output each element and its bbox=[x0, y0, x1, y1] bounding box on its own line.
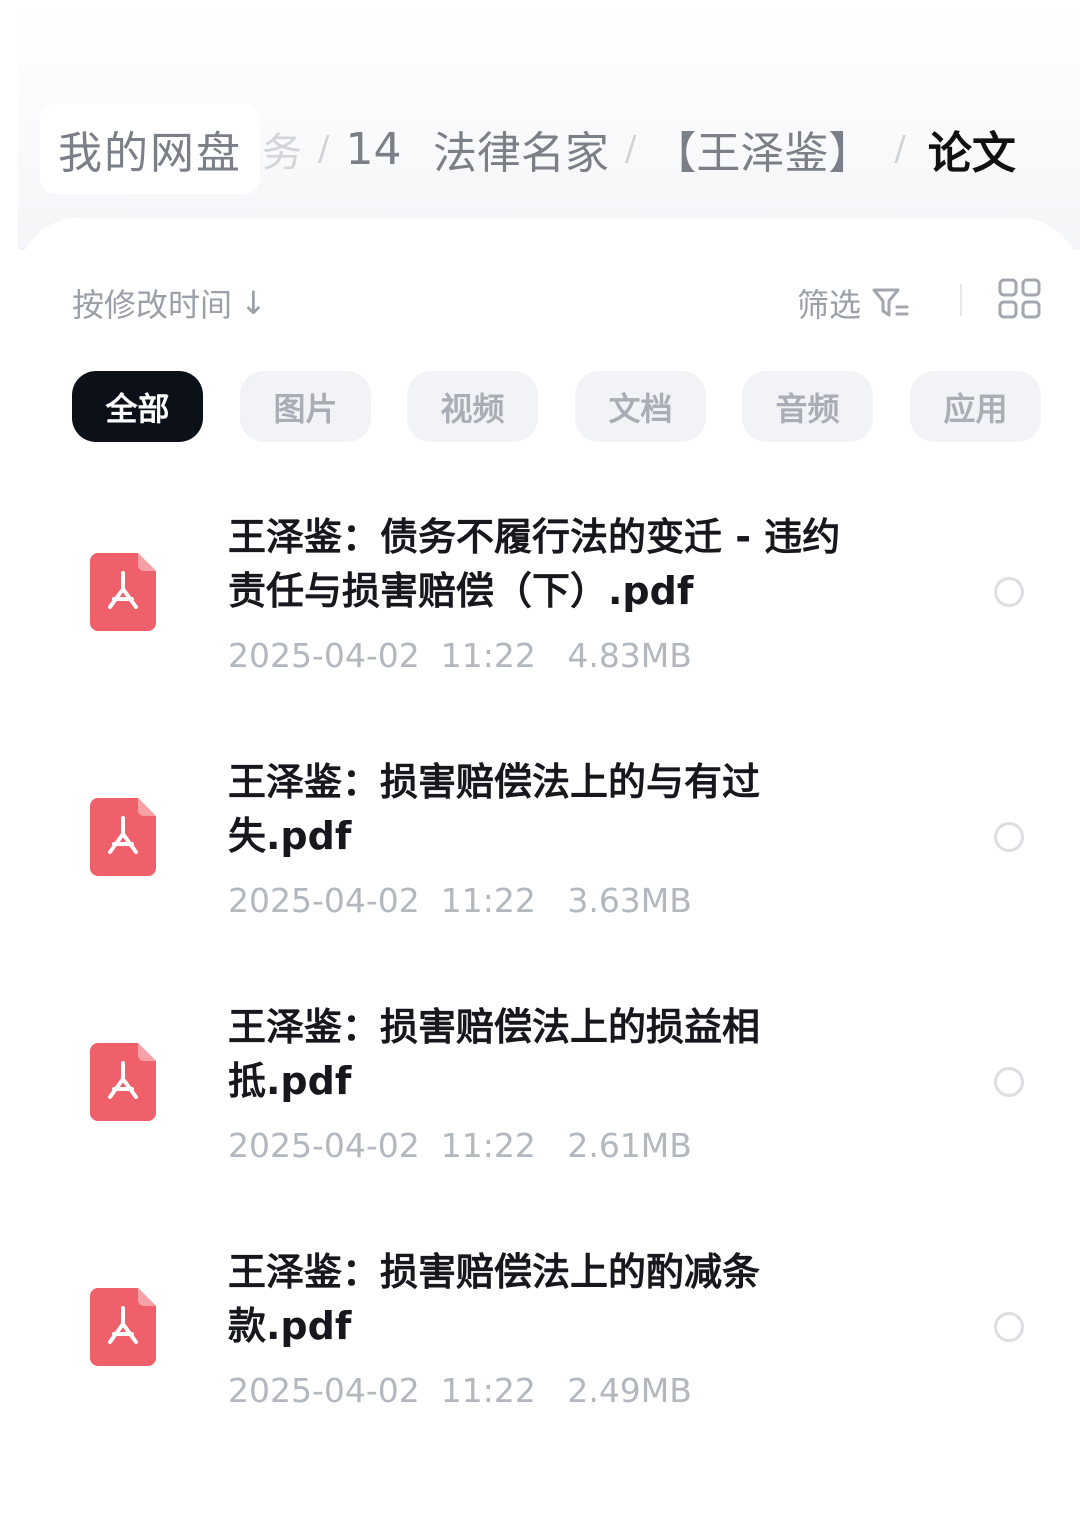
tab-audio[interactable]: 音频 bbox=[742, 371, 873, 442]
tab-apps[interactable]: 应用 bbox=[910, 371, 1041, 442]
sort-label: 按修改时间 bbox=[72, 286, 233, 324]
file-name-line: 王泽鉴：损害赔偿法上的损益相 bbox=[228, 1005, 761, 1049]
file-list-item[interactable]: 王泽鉴：损害赔偿法上的酌减条 款.pdf 2025-04-02 11:22 2.… bbox=[0, 1231, 1080, 1451]
file-name-line: 抵.pdf bbox=[228, 1059, 352, 1103]
filter-button[interactable]: 筛选 bbox=[797, 280, 911, 326]
file-list-item[interactable]: 王泽鉴：债务不履行法的变迁 - 违约 责任与损害赔偿（下）.pdf 2025-0… bbox=[0, 496, 1080, 716]
file-list-item[interactable]: 王泽鉴：损害赔偿法上的损益相 抵.pdf 2025-04-02 11:22 2.… bbox=[0, 986, 1080, 1206]
file-name: 王泽鉴：债务不履行法的变迁 - 违约 责任与损害赔偿（下）.pdf bbox=[228, 510, 908, 618]
toolbar-divider bbox=[960, 284, 962, 316]
file-name-line: 王泽鉴：损害赔偿法上的与有过 bbox=[228, 760, 761, 804]
file-meta: 2025-04-02 11:22 2.61MB bbox=[228, 1126, 692, 1165]
tab-images[interactable]: 图片 bbox=[240, 371, 371, 442]
sort-down-arrow-icon: ↓ bbox=[240, 284, 267, 322]
breadcrumb-item-legal-masters[interactable]: 法律名家 bbox=[433, 117, 609, 181]
file-name: 王泽鉴：损害赔偿法上的损益相 抵.pdf bbox=[228, 1000, 908, 1108]
pdf-icon bbox=[90, 553, 156, 631]
filter-icon bbox=[872, 288, 909, 317]
breadcrumb-partial-item[interactable]: 务 bbox=[262, 120, 302, 178]
breadcrumb-root[interactable]: 我的网盘 bbox=[40, 104, 260, 194]
grid-view-icon[interactable] bbox=[998, 278, 1042, 320]
select-checkbox[interactable] bbox=[994, 1312, 1024, 1342]
filter-label: 筛选 bbox=[797, 286, 862, 324]
file-meta: 2025-04-02 11:22 4.83MB bbox=[228, 636, 692, 675]
breadcrumb-separator: / bbox=[624, 129, 637, 169]
breadcrumb-current: 论文 bbox=[927, 128, 1016, 179]
breadcrumb-separator: / bbox=[894, 129, 906, 169]
select-checkbox[interactable] bbox=[994, 822, 1024, 852]
pdf-icon bbox=[90, 1043, 156, 1121]
select-checkbox[interactable] bbox=[994, 1067, 1024, 1097]
select-checkbox[interactable] bbox=[994, 577, 1024, 607]
file-meta: 2025-04-02 11:22 3.63MB bbox=[228, 881, 692, 920]
breadcrumb-separator: / bbox=[318, 129, 330, 169]
file-list-item[interactable]: 王泽鉴：损害赔偿法上的与有过 失.pdf 2025-04-02 11:22 3.… bbox=[0, 741, 1080, 961]
file-name-line: 王泽鉴：损害赔偿法上的酌减条 bbox=[228, 1250, 761, 1294]
tab-all[interactable]: 全部 bbox=[72, 371, 203, 442]
category-tabs: 全部 图片 视频 文档 音频 应用 bbox=[72, 371, 1080, 442]
file-name-line: 责任与损害赔偿（下）.pdf bbox=[228, 569, 694, 613]
sort-button[interactable]: 按修改时间 ↓ bbox=[72, 280, 267, 326]
breadcrumb: 我的网盘 务 / 14 / 法律名家 / 【王泽鉴】 / 论文 bbox=[40, 104, 1070, 194]
tab-documents[interactable]: 文档 bbox=[575, 371, 706, 442]
tab-videos[interactable]: 视频 bbox=[407, 371, 538, 442]
file-name-line: 款.pdf bbox=[228, 1304, 352, 1348]
breadcrumb-item-14[interactable]: 14 bbox=[345, 124, 401, 175]
file-name: 王泽鉴：损害赔偿法上的酌减条 款.pdf bbox=[228, 1245, 908, 1353]
file-name: 王泽鉴：损害赔偿法上的与有过 失.pdf bbox=[228, 755, 908, 863]
breadcrumb-item-wang-zejian[interactable]: 【王泽鉴】 bbox=[652, 117, 872, 181]
file-name-line: 失.pdf bbox=[228, 814, 352, 858]
file-name-line: 王泽鉴：债务不履行法的变迁 - 违约 bbox=[228, 515, 841, 559]
pdf-icon bbox=[90, 798, 156, 876]
file-meta: 2025-04-02 11:22 2.49MB bbox=[228, 1371, 692, 1410]
pdf-icon bbox=[90, 1288, 156, 1366]
